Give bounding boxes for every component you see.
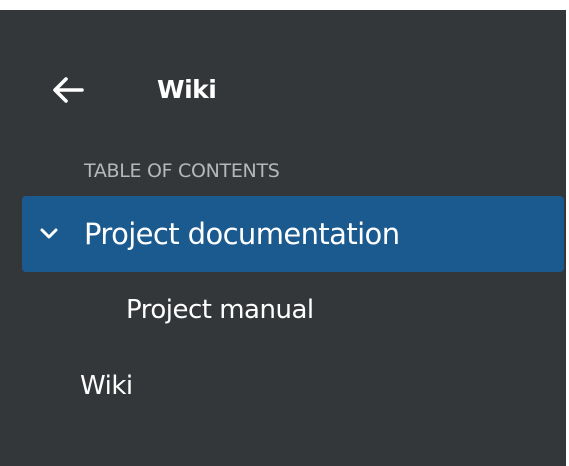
arrow-left-icon [50,72,86,108]
chevron-down-icon[interactable] [38,223,60,245]
toc-heading: TABLE OF CONTENTS [84,160,280,182]
wiki-sidebar: Wiki TABLE OF CONTENTS Project documenta… [0,10,566,466]
toc-item-wiki[interactable]: Wiki [22,348,564,424]
toc-item-project-documentation[interactable]: Project documentation [22,196,564,272]
back-button[interactable] [50,72,86,108]
toc-item-project-manual[interactable]: Project manual [22,272,564,348]
toc-item-label: Project manual [126,295,314,325]
toc-item-label: Wiki [80,371,133,401]
sidebar-header: Wiki [0,10,566,150]
page-title: Wiki [157,75,217,104]
toc-item-label: Project documentation [84,217,400,251]
